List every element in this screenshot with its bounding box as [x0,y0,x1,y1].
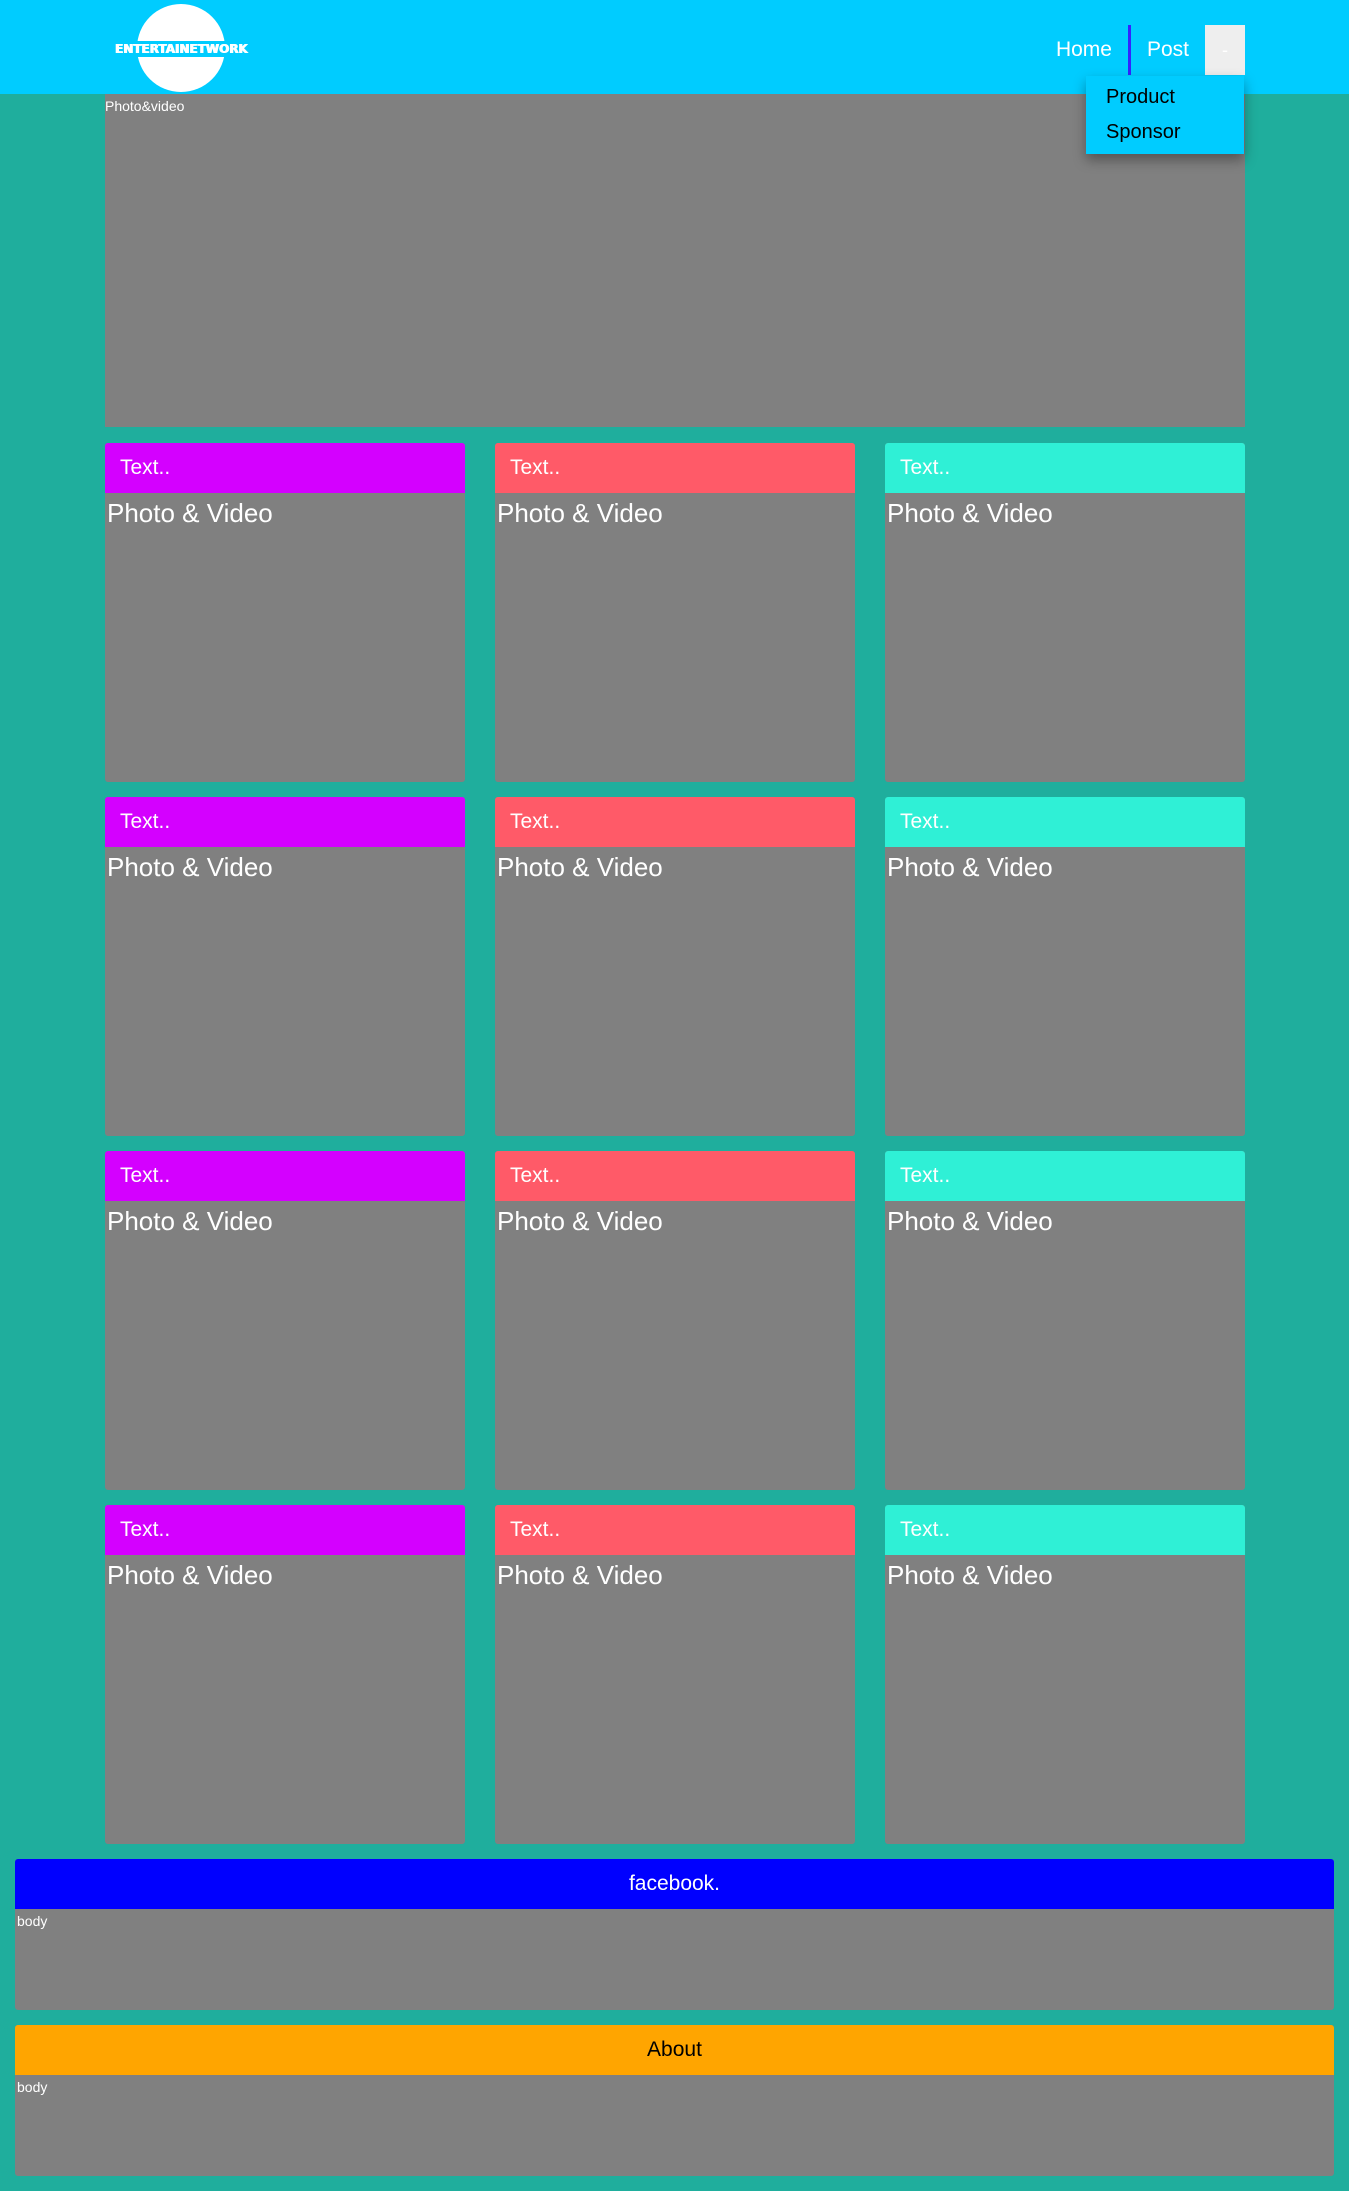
card-media-label: Photo & Video [497,1206,663,1236]
media-card[interactable]: Text.. Photo & Video [105,1505,465,1844]
about-panel-body: body [17,2079,48,2095]
card-header-text: Text.. [495,1151,855,1201]
dropdown-item-product[interactable]: Product [1086,80,1244,115]
dropdown-menu: Product Sponsor [1086,76,1244,154]
media-card[interactable]: Text.. Photo & Video [885,1151,1245,1490]
dropdown-toggle-button[interactable]: - [1205,25,1245,75]
media-card[interactable]: Text.. Photo & Video [885,797,1245,1136]
card-header-text: Text.. [105,443,465,493]
card-header-text: Text.. [885,797,1245,847]
about-panel-header[interactable]: About [15,2025,1334,2075]
card-media-label: Photo & Video [887,1206,1053,1236]
logo-text: ENTERTAINETWORK [109,41,253,57]
media-card[interactable]: Text.. Photo & Video [885,1505,1245,1844]
card-header-text: Text.. [495,797,855,847]
nav-home-link[interactable]: Home [1040,25,1128,75]
media-card[interactable]: Text.. Photo & Video [885,443,1245,782]
media-card[interactable]: Text.. Photo & Video [495,1151,855,1490]
media-card[interactable]: Text.. Photo & Video [495,797,855,1136]
media-card[interactable]: Text.. Photo & Video [105,443,465,782]
media-card[interactable]: Text.. Photo & Video [495,443,855,782]
nav-post-link[interactable]: Post [1131,25,1205,75]
facebook-panel: facebook. body [15,1859,1334,2010]
card-header-text: Text.. [885,1151,1245,1201]
hero-media-label: Photo&video [105,98,185,114]
about-panel: About body [15,2025,1334,2176]
card-media-label: Photo & Video [107,852,273,882]
card-header-text: Text.. [495,443,855,493]
card-media-label: Photo & Video [497,498,663,528]
dropdown-item-sponsor[interactable]: Sponsor [1086,115,1244,150]
card-header-text: Text.. [885,443,1245,493]
card-header-text: Text.. [885,1505,1245,1555]
card-media-label: Photo & Video [887,498,1053,528]
media-card[interactable]: Text.. Photo & Video [495,1505,855,1844]
card-media-label: Photo & Video [887,852,1053,882]
card-media-label: Photo & Video [497,852,663,882]
facebook-panel-body: body [17,1913,48,1929]
main-nav: Home Post - [1040,25,1245,75]
card-media-label: Photo & Video [887,1560,1053,1590]
card-media-label: Photo & Video [107,1206,273,1236]
card-header-text: Text.. [105,797,465,847]
media-card[interactable]: Text.. Photo & Video [105,1151,465,1490]
card-header-text: Text.. [105,1151,465,1201]
facebook-panel-header[interactable]: facebook. [15,1859,1334,1909]
media-card[interactable]: Text.. Photo & Video [105,797,465,1136]
hero-media[interactable]: Photo&video [105,94,1245,427]
card-header-text: Text.. [495,1505,855,1555]
card-header-text: Text.. [105,1505,465,1555]
brand-logo[interactable]: ENTERTAINETWORK [105,4,257,92]
card-media-label: Photo & Video [497,1560,663,1590]
card-media-label: Photo & Video [107,498,273,528]
card-media-label: Photo & Video [107,1560,273,1590]
